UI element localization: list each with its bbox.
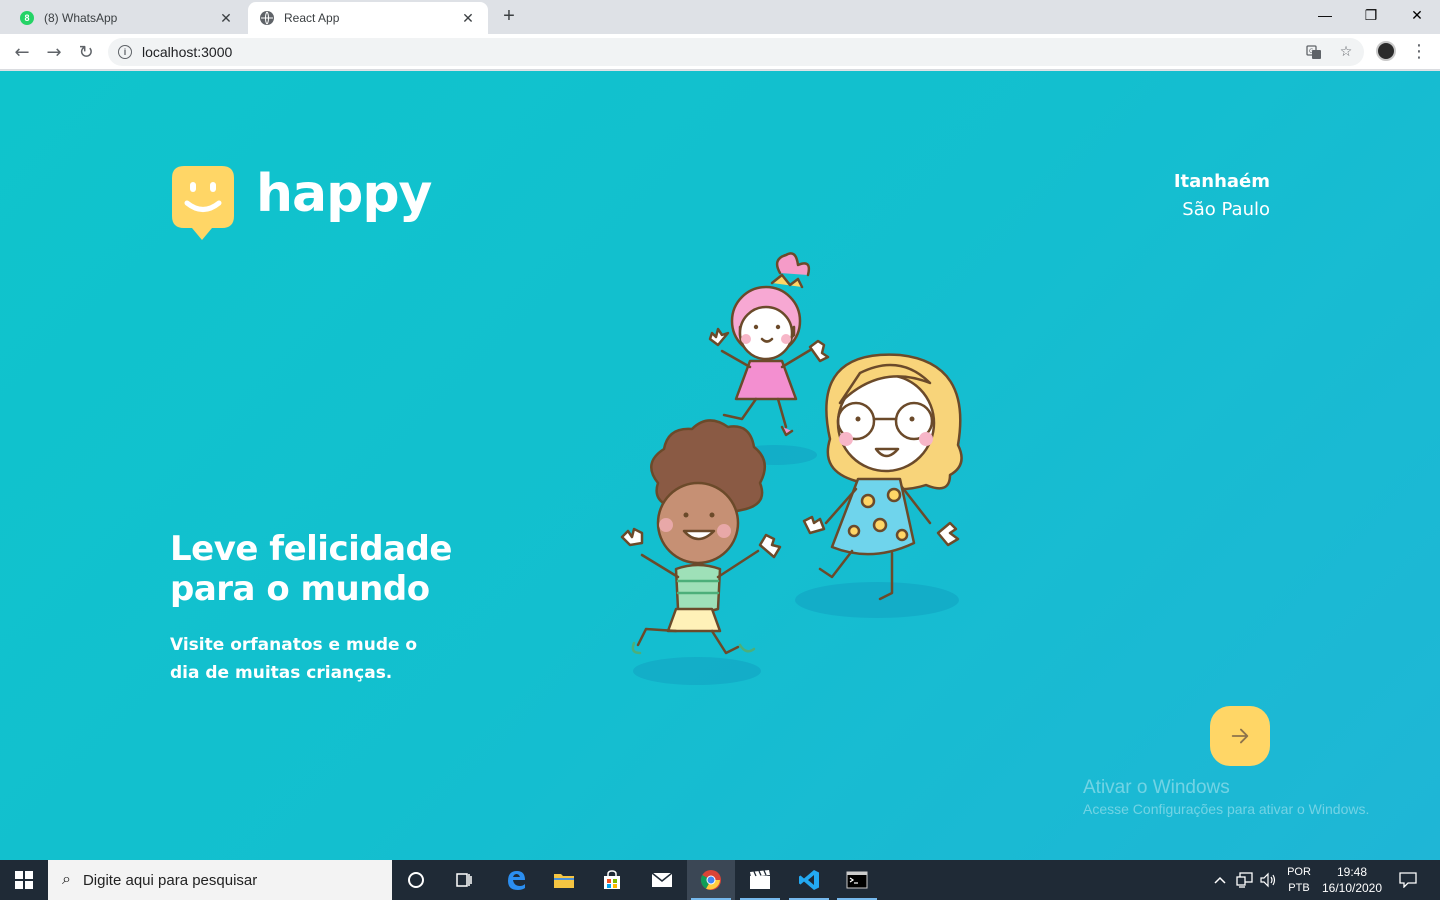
chrome-icon[interactable] (687, 860, 735, 900)
search-icon: ⌕ (62, 871, 71, 888)
vscode-icon[interactable] (785, 860, 833, 900)
whatsapp-icon: 8 (20, 11, 34, 25)
close-tab-icon[interactable]: ✕ (460, 10, 476, 26)
tab-title: React App (284, 11, 340, 25)
search-placeholder: Digite aqui para pesquisar (82, 871, 258, 889)
translate-icon[interactable]: G (1304, 42, 1324, 62)
windows-logo-icon (15, 871, 33, 889)
landing-page: happy Itanhaém São Paulo Leve felicidade… (0, 71, 1440, 860)
mail-icon[interactable] (638, 860, 686, 900)
location-city: Itanhaém (1173, 171, 1270, 192)
brand-name: happy (256, 164, 432, 224)
network-icon[interactable] (1234, 860, 1256, 900)
minimize-button[interactable]: — (1302, 0, 1348, 30)
enter-app-button[interactable] (1210, 706, 1270, 766)
new-tab-button[interactable]: + (498, 6, 520, 28)
terminal-icon[interactable] (833, 860, 881, 900)
pink-girl-figure (708, 252, 830, 437)
clock-date: 16/10/2020 (1321, 881, 1383, 895)
show-hidden-icons-button[interactable] (1210, 860, 1230, 900)
windows-taskbar: ⌕ Digite aqui para pesquisar POR PTB 19:… (0, 860, 1440, 900)
url-text: localhost:3000 (142, 44, 233, 60)
windows-activation-watermark: Ativar o Windows Acesse Configurações pa… (1083, 777, 1369, 819)
hero-subtitle: Visite orfanatos e mude o dia de muitas … (170, 635, 418, 683)
tab-title: (8) WhatsApp (44, 11, 118, 25)
volume-icon[interactable] (1258, 860, 1280, 900)
curly-boy-figure (620, 419, 782, 655)
location: Itanhaém São Paulo (1174, 169, 1270, 225)
store-icon[interactable] (588, 860, 636, 900)
browser-toolbar: ← → ↻ i localhost:3000 G ☆ ⋮ (0, 34, 1440, 70)
notifications-icon[interactable] (1392, 860, 1424, 900)
start-button[interactable] (0, 860, 48, 900)
back-button[interactable]: ← (10, 40, 34, 64)
smiley-logo-icon (172, 166, 234, 240)
activation-title: Ativar o Windows (1083, 777, 1230, 798)
happy-logo: happy (170, 164, 432, 241)
arrow-right-icon (1231, 728, 1249, 744)
tab-react-app[interactable]: React App ✕ (248, 2, 488, 34)
browser-tabstrip: 8 (8) WhatsApp ✕ React App ✕ + — ❐ ✕ (0, 0, 1440, 34)
hero-headline: Leve felicidade para o mundo (170, 529, 452, 609)
location-state: São Paulo (1182, 199, 1270, 220)
globe-icon (260, 11, 274, 25)
kids-illustration (620, 252, 963, 685)
svg-text:G: G (1309, 48, 1314, 55)
forward-button[interactable]: → (42, 40, 66, 64)
menu-kebab-icon[interactable]: ⋮ (1410, 40, 1428, 64)
task-view-icon[interactable] (440, 860, 488, 900)
activation-message: Acesse Configurações para ativar o Windo… (1083, 801, 1370, 817)
chevron-up-icon (1214, 876, 1226, 884)
taskbar-search[interactable]: ⌕ Digite aqui para pesquisar (48, 860, 392, 900)
restore-button[interactable]: ❐ (1348, 0, 1394, 30)
video-editor-icon[interactable] (736, 860, 784, 900)
clock[interactable]: 19:48 16/10/2020 (1318, 860, 1386, 900)
close-window-button[interactable]: ✕ (1394, 0, 1440, 30)
input-language[interactable]: POR PTB (1282, 860, 1316, 900)
file-explorer-icon[interactable] (540, 860, 588, 900)
hero-section: Leve felicidade para o mundo Visite orfa… (170, 529, 470, 687)
star-icon[interactable]: ☆ (1336, 42, 1356, 62)
cortana-icon[interactable] (392, 860, 440, 900)
reload-button[interactable]: ↻ (74, 40, 98, 64)
profile-avatar[interactable] (1376, 41, 1396, 61)
tab-whatsapp[interactable]: 8 (8) WhatsApp ✕ (8, 2, 246, 34)
site-info-icon[interactable]: i (118, 45, 132, 59)
edge-icon[interactable] (492, 860, 540, 900)
close-tab-icon[interactable]: ✕ (218, 10, 234, 26)
clock-time: 19:48 (1336, 865, 1368, 879)
language-code: POR (1287, 866, 1311, 878)
keyboard-layout: PTB (1288, 882, 1310, 894)
address-bar[interactable]: i localhost:3000 (108, 38, 1364, 66)
blonde-girl-figure (802, 353, 963, 601)
